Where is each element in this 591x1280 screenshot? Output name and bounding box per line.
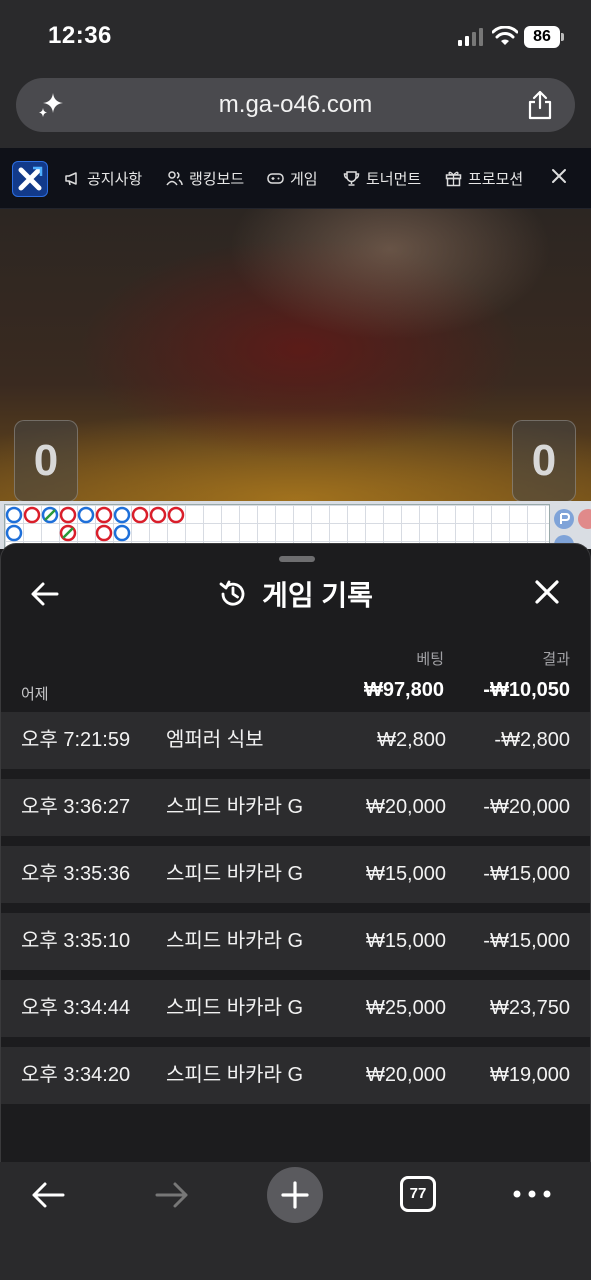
history-row[interactable]: 오후 3:34:20 스피드 바카라 G ₩20,000 ₩19,000 [1, 1047, 590, 1104]
row-result: -₩15,000 [483, 930, 570, 952]
status-time: 12:36 [48, 22, 112, 49]
row-bet: ₩15,000 [365, 863, 446, 885]
summary-bet-total: ₩97,800 [363, 679, 444, 701]
column-header-result: 결과 [542, 651, 570, 668]
users-icon [166, 170, 183, 185]
browser-toolbar: 77 [0, 1162, 591, 1280]
nav-item-label: 토너먼트 [366, 170, 422, 188]
history-list: 오후 7:21:59 엠퍼러 식보 ₩2,800 -₩2,800 오후 3:36… [1, 712, 590, 1114]
address-bar[interactable]: m.ga-o46.com [16, 78, 575, 132]
row-bet: ₩20,000 [365, 1064, 446, 1086]
trophy-icon [343, 170, 360, 186]
site-nav: 공지사항 랭킹보드 게임 토너먼트 프로모션 [0, 148, 591, 209]
share-icon[interactable] [527, 90, 553, 120]
gamepad-icon [267, 172, 284, 184]
road-marks [5, 506, 185, 542]
row-game: 엠퍼러 식보 [166, 729, 264, 751]
row-result: -₩15,000 [483, 863, 570, 885]
row-time: 오후 3:35:36 [21, 863, 131, 885]
live-video[interactable] [0, 209, 591, 501]
plus-icon [281, 1181, 309, 1209]
nav-item-ranking[interactable]: 랭킹보드 [166, 166, 244, 190]
row-time: 오후 7:21:59 [21, 729, 131, 751]
player-score: 0 [14, 420, 78, 502]
nav-item-label: 게임 [290, 170, 318, 188]
battery-cap [561, 33, 564, 41]
nav-item-label: 공지사항 [87, 170, 143, 188]
url-text: m.ga-o46.com [218, 91, 373, 118]
row-result: ₩23,750 [489, 997, 570, 1019]
nav-item-notice[interactable]: 공지사항 [64, 166, 142, 190]
panel-header: 게임 기록 [1, 574, 590, 614]
nav-item-promotion[interactable]: 프로모션 [445, 166, 523, 190]
history-row[interactable]: 오후 7:21:59 엠퍼러 식보 ₩2,800 -₩2,800 [1, 712, 590, 769]
row-time: 오후 3:34:20 [21, 1064, 131, 1086]
sheet-grabber[interactable] [279, 556, 315, 562]
row-bet: ₩15,000 [365, 930, 446, 952]
tabs-button[interactable]: 77 [400, 1176, 436, 1212]
nav-item-game[interactable]: 게임 [267, 166, 318, 190]
site-logo[interactable] [12, 161, 48, 197]
row-bet: ₩20,000 [365, 796, 446, 818]
panel-title: 게임 기록 [262, 580, 373, 611]
summary-result-total: -₩10,050 [483, 679, 570, 701]
nav-item-tournament[interactable]: 토너먼트 [343, 166, 421, 190]
row-game: 스피드 바카라 G [166, 796, 304, 818]
status-bar: 12:36 86 [0, 0, 591, 72]
browser-back-icon[interactable] [30, 1180, 66, 1210]
new-tab-button[interactable] [267, 1167, 323, 1223]
row-bet: ₩2,800 [377, 729, 446, 751]
row-time: 오후 3:34:44 [21, 997, 131, 1019]
history-row[interactable]: 오후 3:35:10 스피드 바카라 G ₩15,000 -₩15,000 [1, 913, 590, 970]
megaphone-icon [65, 171, 77, 185]
cellular-signal-icon [458, 28, 483, 46]
date-group-label: 어제 [21, 686, 49, 703]
row-game: 스피드 바카라 G [166, 997, 304, 1019]
row-bet: ₩25,000 [365, 997, 446, 1019]
row-game: 스피드 바카라 G [166, 930, 304, 952]
history-row[interactable]: 오후 3:36:27 스피드 바카라 G ₩20,000 -₩20,000 [1, 779, 590, 836]
row-game: 스피드 바카라 G [166, 863, 304, 885]
row-time: 오후 3:35:10 [21, 930, 131, 952]
browser-forward-icon[interactable] [154, 1180, 190, 1210]
bead-road [0, 501, 591, 549]
browser-url-area: m.ga-o46.com [0, 72, 591, 148]
close-icon[interactable] [533, 578, 561, 606]
close-icon[interactable] [548, 165, 570, 187]
game-history-panel: 게임 기록 베팅 결과 어제 ₩97,800 -₩10,050 오후 7:21:… [0, 543, 591, 1162]
row-time: 오후 3:36:27 [21, 796, 131, 818]
nav-item-label: 프로모션 [468, 170, 524, 188]
history-icon [219, 580, 245, 606]
row-result: ₩19,000 [489, 1064, 570, 1086]
row-result: -₩2,800 [494, 729, 570, 751]
row-game: 스피드 바카라 G [166, 1064, 304, 1086]
history-row[interactable]: 오후 3:35:36 스피드 바카라 G ₩15,000 -₩15,000 [1, 846, 590, 903]
more-icon[interactable] [512, 1186, 552, 1202]
nav-item-label: 랭킹보드 [189, 170, 245, 188]
gift-icon [445, 171, 462, 186]
row-result: -₩20,000 [483, 796, 570, 818]
column-header-bet: 베팅 [416, 651, 444, 668]
banker-score: 0 [512, 420, 576, 502]
history-row[interactable]: 오후 3:34:44 스피드 바카라 G ₩25,000 ₩23,750 [1, 980, 590, 1037]
wifi-icon [492, 26, 518, 45]
battery-indicator: 86 [524, 26, 560, 48]
